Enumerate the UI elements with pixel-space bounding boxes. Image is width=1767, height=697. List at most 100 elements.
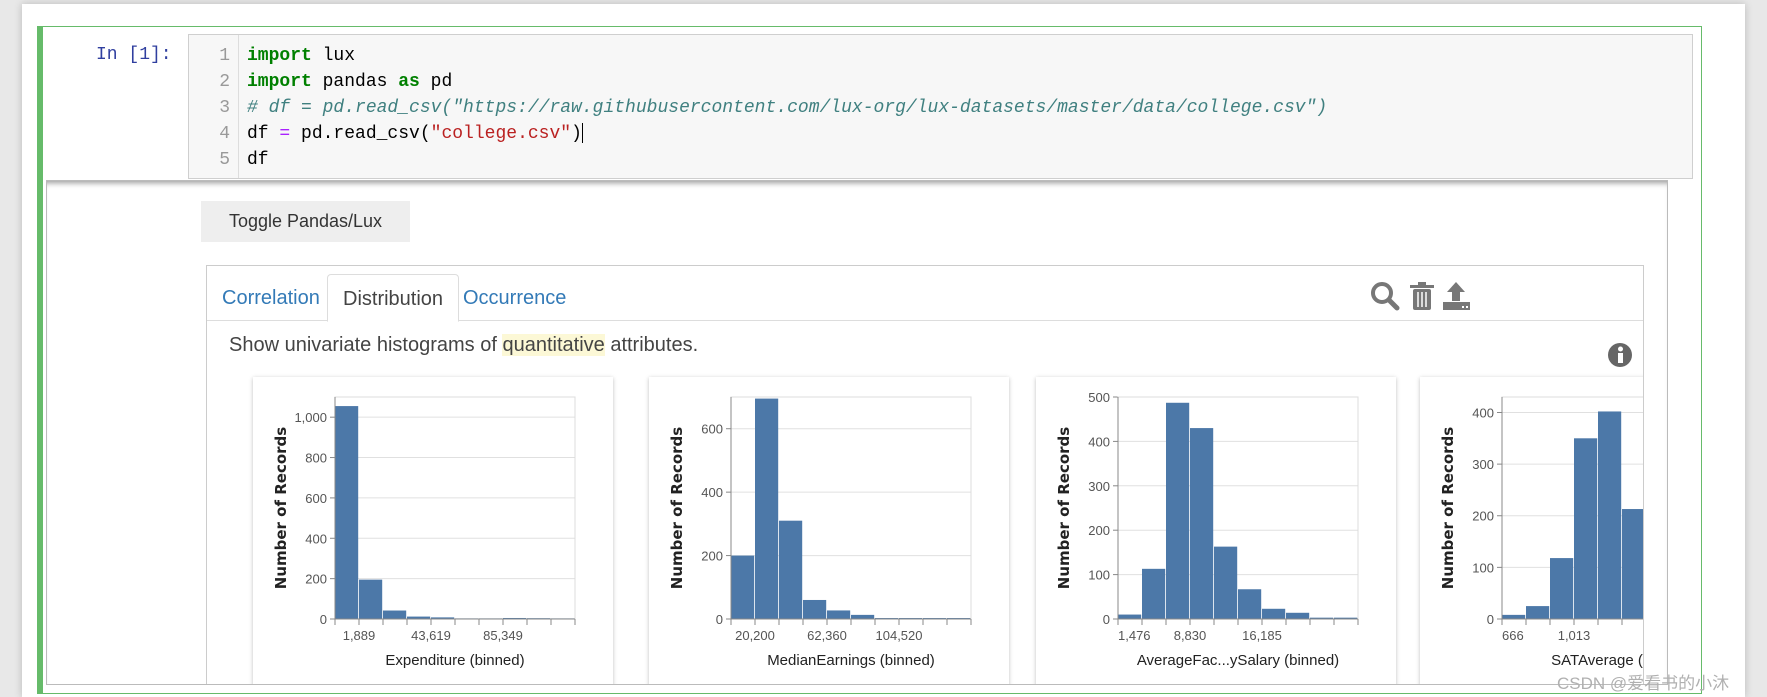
tab-distribution[interactable]: Distribution xyxy=(327,274,460,322)
y-tick-label: 600 xyxy=(305,491,327,506)
histogram-bar[interactable] xyxy=(779,520,803,619)
code-line-comment: # df = pd.read_csv("https://raw.githubus… xyxy=(247,98,1328,118)
keyword: as xyxy=(398,72,420,92)
line-number: 5 xyxy=(219,150,230,170)
histogram-bar[interactable] xyxy=(335,406,359,619)
code-text: pd xyxy=(419,72,453,92)
histogram-bar[interactable] xyxy=(731,555,755,619)
histogram-chart: 0 200 400 600 800 1,000 1,889 43,619 85,349 Expen… xyxy=(272,396,576,669)
x-tick-label: 1,476 xyxy=(1118,628,1151,643)
tab-occurrence[interactable]: Occurrence xyxy=(448,274,581,322)
x-tick-label: 8,830 xyxy=(1174,628,1207,643)
y-tick-label: 500 xyxy=(1088,390,1110,405)
line-number: 1 xyxy=(219,46,230,66)
x-tick-label: 104,520 xyxy=(876,628,923,643)
y-tick-label: 300 xyxy=(1472,457,1494,472)
histogram-bar[interactable] xyxy=(1238,589,1262,619)
search-icon[interactable] xyxy=(1369,280,1401,312)
histogram-bar[interactable] xyxy=(383,610,407,619)
y-tick-label: 0 xyxy=(1487,612,1494,627)
x-tick-label: 20,200 xyxy=(735,628,775,643)
histogram-bar[interactable] xyxy=(1622,509,1644,619)
y-axis-title: Number of Records xyxy=(272,427,290,590)
input-prompt: In [1]: xyxy=(96,45,172,65)
y-tick-label: 100 xyxy=(1472,560,1494,575)
x-tick-label: 62,360 xyxy=(807,628,847,643)
line-number: 2 xyxy=(219,72,230,92)
y-tick-label: 0 xyxy=(320,612,327,627)
histogram-bar[interactable] xyxy=(803,599,827,619)
histogram-bar[interactable] xyxy=(1550,558,1574,619)
histogram-bar[interactable] xyxy=(1166,402,1190,619)
output-area: Toggle Pandas/Lux Correlation Distributi… xyxy=(46,180,1668,685)
x-tick-label: 666 xyxy=(1502,628,1524,643)
code-text: pandas xyxy=(311,72,399,92)
histogram-bar[interactable] xyxy=(755,398,779,619)
y-axis-title: Number of Records xyxy=(668,427,686,590)
chart-card-expenditure[interactable]: 0 200 400 600 800 1,000 1,889 43,619 85,349 Expen… xyxy=(253,377,613,684)
x-tick-label: 1,889 xyxy=(343,628,376,643)
histogram-bar[interactable] xyxy=(1142,568,1166,619)
histogram-bar[interactable] xyxy=(1502,614,1526,619)
y-tick-label: 400 xyxy=(701,485,723,500)
x-tick-label: 85,349 xyxy=(483,628,523,643)
keyword: import xyxy=(247,72,312,92)
description-text: Show univariate histograms of xyxy=(229,334,503,356)
code-text: pd.read_csv( xyxy=(290,124,431,144)
toggle-pandas-lux-button[interactable]: Toggle Pandas/Lux xyxy=(201,201,410,242)
x-axis-title: AverageFac...ySalary (binned) xyxy=(1137,652,1339,669)
code-text: ) xyxy=(571,124,582,144)
histogram-bar[interactable] xyxy=(1190,428,1214,619)
highlighted-term: quantitative xyxy=(502,334,605,356)
line-number: 3 xyxy=(219,98,230,118)
y-axis-title: Number of Records xyxy=(1055,427,1073,590)
chart-card-average-faculty-salary[interactable]: 0 100 200 300 400 500 1,476 8,830 16,185 AverageF… xyxy=(1036,377,1396,684)
histogram-bar[interactable] xyxy=(1574,438,1598,619)
histogram-bar[interactable] xyxy=(1598,411,1622,619)
string-literal: "college.csv" xyxy=(430,124,572,144)
y-tick-label: 400 xyxy=(305,531,327,546)
y-tick-label: 400 xyxy=(1472,405,1494,420)
code-editor[interactable]: 1 2 3 4 5 import lux import pandas as pd… xyxy=(188,34,1693,179)
info-icon[interactable] xyxy=(1607,341,1635,369)
histogram-chart: 0 100 200 300 400 666 1,013 SATAverage (binned)… xyxy=(1439,396,1644,669)
histogram-bar[interactable] xyxy=(1286,612,1310,619)
y-tick-label: 800 xyxy=(305,451,327,466)
histogram-bar[interactable] xyxy=(1214,546,1238,619)
tab-description: Show univariate histograms of quantitati… xyxy=(229,334,698,357)
x-tick-label: 43,619 xyxy=(411,628,451,643)
histogram-bar[interactable] xyxy=(1118,614,1142,619)
x-axis-title: Expenditure (binned) xyxy=(385,652,524,669)
histogram-bar[interactable] xyxy=(1262,608,1286,619)
chart-card-median-earnings[interactable]: 0 200 400 600 20,200 62,360 104,520 MedianEarni… xyxy=(649,377,1009,684)
code-text: df xyxy=(247,124,280,144)
line-number: 4 xyxy=(219,124,230,144)
y-tick-label: 100 xyxy=(1088,568,1110,583)
code-line: import pandas as pd xyxy=(247,69,1327,95)
y-axis-title: Number of Records xyxy=(1439,427,1457,590)
chart-card-sat-average[interactable]: 0 100 200 300 400 666 1,013 SATAverage (binned)… xyxy=(1420,377,1644,684)
text-cursor xyxy=(581,123,583,144)
y-tick-label: 0 xyxy=(1103,612,1110,627)
y-tick-label: 1,000 xyxy=(294,410,327,425)
keyword: import xyxy=(247,46,312,66)
histogram-bar[interactable] xyxy=(1526,606,1550,619)
histogram-chart: 0 200 400 600 20,200 62,360 104,520 MedianEarni… xyxy=(668,396,972,669)
code-text: lux xyxy=(311,46,356,66)
code-line: df xyxy=(247,150,269,170)
y-tick-label: 600 xyxy=(701,422,723,437)
tab-correlation[interactable]: Correlation xyxy=(207,274,335,322)
x-axis-title: MedianEarnings (binned) xyxy=(767,652,935,669)
y-tick-label: 200 xyxy=(305,572,327,587)
histogram-bar[interactable] xyxy=(851,614,875,619)
y-tick-label: 200 xyxy=(1472,509,1494,524)
y-tick-label: 0 xyxy=(716,612,723,627)
x-axis-title: SATAverage (binned) xyxy=(1551,652,1644,669)
x-tick-label: 1,013 xyxy=(1558,628,1591,643)
export-icon[interactable] xyxy=(1440,280,1472,312)
histogram-bar[interactable] xyxy=(827,610,851,619)
trash-icon[interactable] xyxy=(1406,280,1438,312)
y-tick-label: 200 xyxy=(1088,523,1110,538)
code-line: df = pd.read_csv("college.csv") xyxy=(247,121,1327,147)
histogram-bar[interactable] xyxy=(359,579,383,619)
